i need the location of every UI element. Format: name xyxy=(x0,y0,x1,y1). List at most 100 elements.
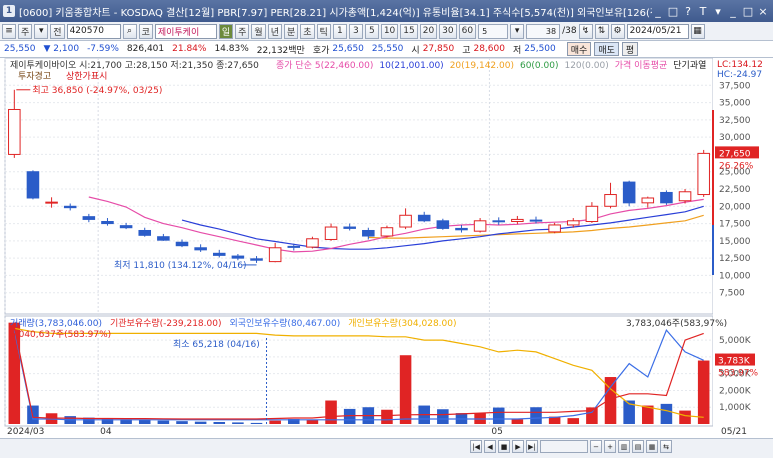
settings-icon[interactable]: ≡ xyxy=(2,23,16,39)
candle-body xyxy=(622,181,636,204)
volume-bar xyxy=(492,407,505,424)
buy-button[interactable]: 매수 xyxy=(566,42,592,56)
price-tick-label: 37,500 xyxy=(719,81,751,91)
volume-last-label: 3,783K xyxy=(718,357,751,367)
count-input[interactable]: 38 xyxy=(526,23,561,39)
tick-1-button[interactable]: 1 xyxy=(332,23,347,39)
next-icon[interactable]: ▶ xyxy=(512,440,524,453)
candle-body xyxy=(63,205,77,209)
price-tick-label: 32,500 xyxy=(719,116,751,126)
period-daily-button[interactable]: 일 xyxy=(218,23,234,39)
hc-label: HC:-24.97 xyxy=(717,70,762,80)
volume-bar xyxy=(194,421,207,424)
gear-icon[interactable]: ⚙ xyxy=(610,23,625,39)
volume-tick-label: 1,000K xyxy=(719,403,752,413)
tick-select[interactable]: 5 xyxy=(478,23,509,39)
market-button[interactable]: 코 xyxy=(138,23,153,39)
eval-button[interactable]: 평 xyxy=(621,42,639,56)
volume-bar xyxy=(176,421,188,424)
window-controls: _ □ ? T ▾ _ □ × xyxy=(652,5,769,18)
period-weekly-button[interactable]: 주 xyxy=(235,23,250,39)
calendar-icon[interactable]: ▦ xyxy=(690,23,705,39)
volume-bar xyxy=(157,420,170,424)
window-minimize-icon[interactable]: _ xyxy=(727,5,739,18)
volume-bar xyxy=(306,419,319,424)
high-price: 28,600 xyxy=(473,44,505,54)
scroll-track[interactable] xyxy=(540,440,588,453)
chart-area[interactable]: 7,500 10,000 12,500 15,000 17,500 20,000 22,50… xyxy=(0,57,773,438)
lc-label: LC:134.12 xyxy=(717,60,763,70)
stock-code-input[interactable]: 420570 xyxy=(66,23,121,39)
restore-icon[interactable]: □ xyxy=(667,5,679,18)
volume-bar xyxy=(138,419,151,424)
ma-legend-label: 단기과열 xyxy=(673,60,706,71)
last-icon[interactable]: ▶| xyxy=(526,440,538,453)
tick-3-button[interactable]: 3 xyxy=(348,23,363,39)
price-chart-title: 제이투케이바이오 시:21,700 고:28,150 저:21,350 종:27… xyxy=(10,60,259,71)
price-tick-label: 22,500 xyxy=(719,185,751,195)
candle-body xyxy=(417,214,431,222)
stop-icon[interactable]: ■ xyxy=(498,440,510,453)
period-yearly-button[interactable]: 년 xyxy=(267,23,282,39)
period-minute-button[interactable]: 분 xyxy=(283,23,299,39)
first-icon[interactable]: |◀ xyxy=(470,440,482,453)
trade-icon[interactable]: ⇆ xyxy=(660,440,672,453)
volume-bar xyxy=(213,421,226,424)
tick-30-button[interactable]: 30 xyxy=(439,23,457,39)
candle-body xyxy=(306,238,319,248)
candle-body xyxy=(473,220,487,232)
volume-bar xyxy=(660,403,673,424)
help-icon[interactable]: ? xyxy=(682,5,694,18)
window-titlebar: 1 [0600] 키움종합차트 - KOSDAQ 결산[12월] PBR[7.9… xyxy=(0,0,773,22)
volume-legend-label: 기관보유수량(-239,218.00) xyxy=(110,317,221,329)
fit-icon[interactable]: ▥ xyxy=(618,440,630,453)
candle-body xyxy=(492,220,506,223)
chevron-down-icon[interactable]: ▾ xyxy=(510,23,525,39)
candle-body xyxy=(585,205,599,222)
x-tick-label: 2024/03 xyxy=(7,427,44,437)
zoom-in-icon[interactable]: + xyxy=(604,440,616,453)
window-maximize-icon[interactable]: □ xyxy=(742,5,754,18)
period-button[interactable]: 전 xyxy=(50,23,65,39)
app-icon: 1 xyxy=(3,5,15,17)
volume-low-annotation: 최소 65,218 (04/16) xyxy=(173,339,260,350)
grid-icon[interactable]: ▦ xyxy=(646,440,658,453)
period-monthly-button[interactable]: 월 xyxy=(251,23,266,39)
tick-15-button[interactable]: 15 xyxy=(400,23,418,39)
candle-body xyxy=(45,201,58,204)
font-icon[interactable]: T xyxy=(697,5,709,18)
minimize-icon[interactable]: _ xyxy=(652,5,664,18)
compare-icon[interactable]: ⇅ xyxy=(594,23,609,39)
search-icon[interactable]: ⌕ xyxy=(122,23,137,39)
volume-bar xyxy=(679,410,691,424)
period-second-button[interactable]: 초 xyxy=(300,23,315,39)
tick-5-button[interactable]: 5 xyxy=(364,23,379,39)
stock-chart[interactable]: 7,500 10,000 12,500 15,000 17,500 20,000 22,50… xyxy=(0,57,773,438)
volume-bar xyxy=(325,400,337,424)
prev-icon[interactable]: ◀ xyxy=(484,440,496,453)
tick-10-button[interactable]: 10 xyxy=(380,23,399,39)
stock-name-field[interactable]: 제이투케이 xyxy=(154,23,217,39)
price-tick-label: 35,000 xyxy=(719,99,751,109)
date-input[interactable]: 2024/05/21 xyxy=(626,23,689,39)
close-icon[interactable]: × xyxy=(757,5,769,18)
sell-button[interactable]: 매도 xyxy=(594,42,619,56)
low-label: 저 xyxy=(512,45,522,56)
chevron-down-icon[interactable]: ▾ xyxy=(34,23,49,39)
candle-body xyxy=(212,252,226,256)
layout-icon[interactable]: ▤ xyxy=(632,440,644,453)
period-tick-button[interactable]: 틱 xyxy=(316,23,331,39)
candle-body xyxy=(604,194,617,207)
tick-20-button[interactable]: 20 xyxy=(419,23,438,39)
tick-60-button[interactable]: 60 xyxy=(458,23,477,39)
dropdown-icon[interactable]: ▾ xyxy=(712,5,724,18)
low-price: 25,500 xyxy=(524,44,556,54)
price-range-bar-blue xyxy=(712,225,714,275)
volume-bar xyxy=(697,360,710,424)
type-button[interactable]: 주 xyxy=(18,23,33,39)
ma-legend-label: 10(21,001.00) xyxy=(379,61,443,71)
volume-bar xyxy=(511,419,524,424)
zoom-out-icon[interactable]: − xyxy=(590,440,602,453)
link-icon[interactable]: ↯ xyxy=(578,23,593,39)
chart-toolbar: ≡ 주 ▾ 전 420570 ⌕ 코 제이투케이 일 주 월 년 분 초 틱 1… xyxy=(0,22,773,41)
